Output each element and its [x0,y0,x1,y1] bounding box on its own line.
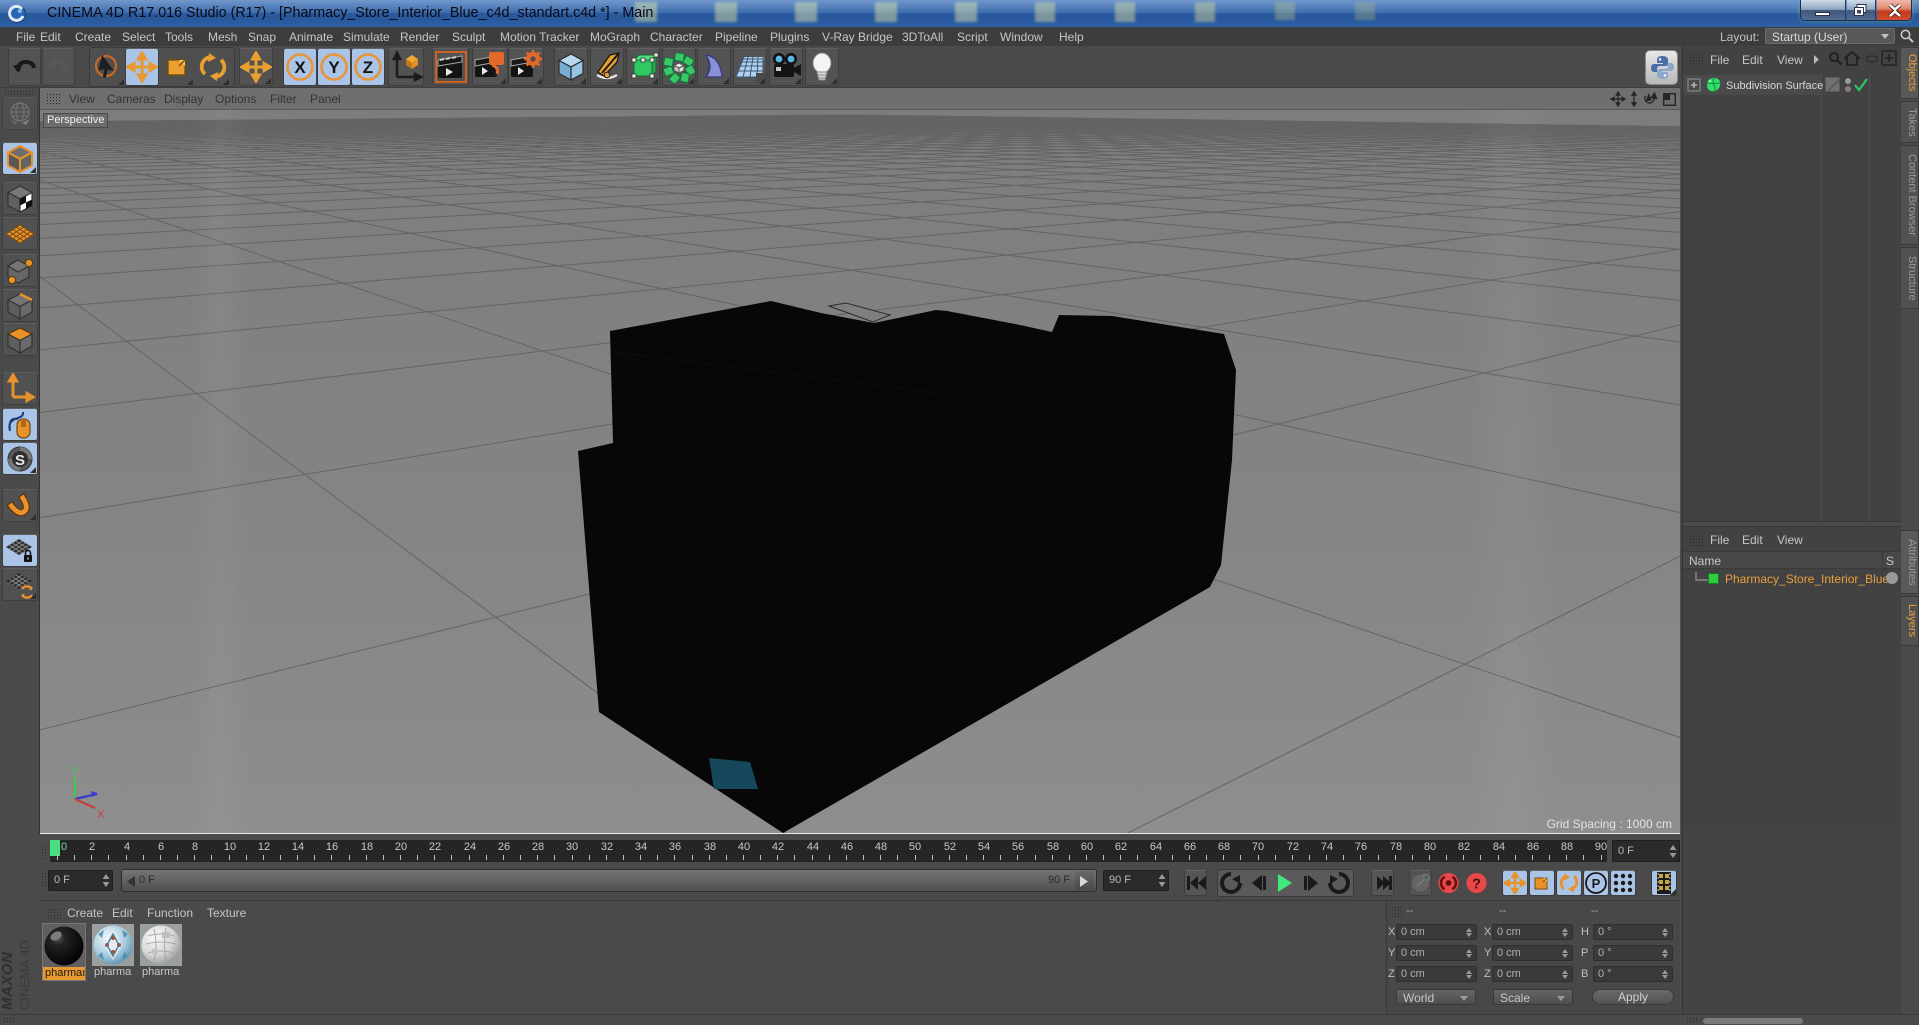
svg-text:X: X [97,809,105,821]
svg-text:Grid Spacing : 1000 cm: Grid Spacing : 1000 cm [1547,817,1672,831]
svg-text:X: X [294,58,306,77]
svg-text:?: ? [1472,876,1481,892]
svg-text:Z: Z [363,58,373,77]
svg-text:S: S [15,452,25,469]
svg-text:Y: Y [328,58,340,77]
svg-text:P: P [1592,876,1601,891]
svg-text:Y: Y [71,765,79,777]
